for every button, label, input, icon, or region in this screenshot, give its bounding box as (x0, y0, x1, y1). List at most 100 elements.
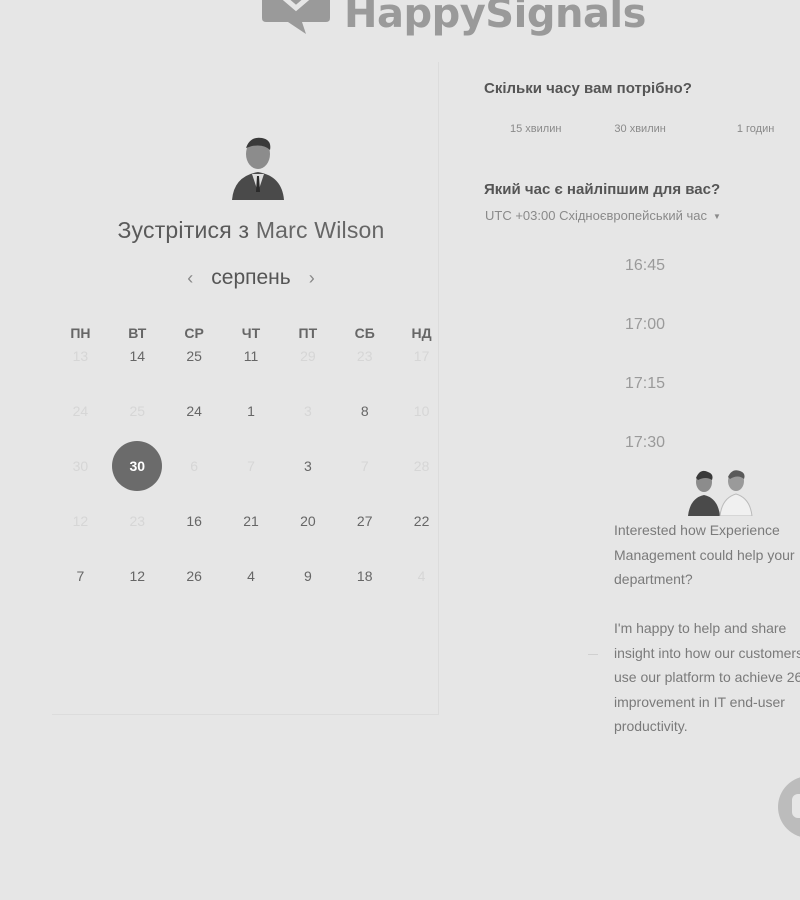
day-cell[interactable]: 1 (223, 398, 280, 424)
host-name: Marc Wilson (255, 217, 385, 243)
day-cell: 30 (52, 453, 109, 479)
day-number: 18 (356, 568, 373, 584)
day-cell: 23 (336, 343, 393, 369)
weekday-label: НД (411, 325, 432, 341)
day-number: 23 (356, 348, 373, 364)
chat-line: Interested how Experience (614, 522, 780, 538)
day-number: 3 (303, 403, 312, 419)
day-number: 30 (129, 458, 146, 474)
chat-divider (588, 654, 598, 655)
duration-question: Скільки часу вам потрібно? (484, 80, 692, 97)
day-cell: 24 (52, 398, 109, 424)
day-number: 4 (417, 568, 426, 584)
duration-option-30[interactable]: 30 хвилин (614, 123, 665, 135)
day-number: 21 (243, 513, 259, 529)
day-number: 14 (129, 348, 146, 364)
weekday-label: ВТ (128, 325, 147, 341)
chat-line: department? (614, 571, 693, 587)
day-cell: 7 (336, 453, 393, 479)
brand-name: HappySignals (344, 0, 646, 37)
duration-option-60[interactable]: 1 годин (737, 123, 774, 135)
day-cell[interactable]: 11 (223, 343, 280, 369)
host-avatar (232, 137, 284, 200)
day-cell[interactable]: 4 (223, 563, 280, 589)
day-number: 24 (72, 403, 89, 419)
weekday-header: ПН ВТ СР ЧТ ПТ СБ НД (52, 325, 450, 341)
day-cell: 3 (279, 398, 336, 424)
chat-launcher-button[interactable] (778, 776, 800, 838)
day-number: 29 (300, 348, 316, 364)
day-cell[interactable]: 21 (223, 508, 280, 534)
day-number: 7 (247, 458, 255, 474)
chat-message-2: I'm happy to help and share insight into… (614, 616, 800, 739)
caret-down-icon: ▼ (712, 212, 721, 222)
day-cell[interactable]: 20 (279, 508, 336, 534)
day-number: 27 (356, 513, 373, 529)
day-number: 17 (413, 348, 430, 364)
day-cell[interactable]: 27 (336, 508, 393, 534)
day-cell: 25 (109, 398, 166, 424)
calendar-card: Зустрітися з Marc Wilson ‹ серпень › ПН … (52, 62, 439, 715)
day-number: 6 (190, 458, 199, 474)
day-cell[interactable]: 16 (166, 508, 223, 534)
chat-line: I'm happy to help and share (614, 620, 787, 636)
day-cell: 23 (109, 508, 166, 534)
day-number: 1 (247, 403, 255, 419)
week-row: 24 25 24 1 3 8 10 (52, 398, 450, 424)
chevron-right-icon[interactable]: › (309, 268, 315, 289)
month-navigation: ‹ серпень › (52, 266, 450, 290)
month-label: серпень (211, 266, 291, 289)
weekday-label: СБ (354, 325, 375, 341)
day-number: 7 (76, 568, 85, 584)
day-cell-selected[interactable]: 30 (109, 441, 166, 491)
day-number: 11 (243, 348, 259, 364)
day-cell: 7 (223, 453, 280, 479)
day-cell: 29 (279, 343, 336, 369)
day-number: 26 (186, 568, 202, 584)
day-cell[interactable]: 7 (52, 563, 109, 589)
day-number: 9 (303, 568, 312, 584)
day-number: 30 (72, 458, 89, 474)
day-cell[interactable]: 22 (393, 508, 450, 534)
chat-agents-avatar (688, 470, 753, 516)
day-cell: 28 (393, 453, 450, 479)
weekday-label: ПТ (298, 325, 318, 341)
day-cell[interactable]: 14 (109, 343, 166, 369)
chat-line: productivity. (614, 718, 688, 734)
chevron-left-icon[interactable]: ‹ (187, 268, 193, 289)
timezone-selector[interactable]: UTC +03:00 Східноєвропейський час ▼ (485, 208, 721, 223)
day-number: 7 (360, 458, 369, 474)
day-cell: 12 (52, 508, 109, 534)
duration-option-15[interactable]: 15 хвилин (510, 123, 561, 135)
chat-line: improvement in IT end-user (614, 693, 785, 710)
day-number: 3 (303, 458, 312, 474)
chat-line: Management could help your (614, 546, 795, 563)
time-slot[interactable]: 17:30 (590, 434, 700, 452)
day-cell[interactable]: 26 (166, 563, 223, 589)
timezone-label: UTC +03:00 Східноєвропейський час (485, 208, 707, 223)
day-cell: 6 (166, 453, 223, 479)
duration-options: 15 хвилин 30 хвилин 1 годин (484, 123, 800, 135)
day-cell[interactable]: 3 (279, 453, 336, 479)
day-cell[interactable]: 24 (166, 398, 223, 424)
time-slot[interactable]: 17:15 (590, 375, 700, 393)
day-number: 4 (247, 568, 255, 584)
day-number: 8 (360, 403, 369, 419)
brand-logo[interactable]: HappySignals (262, 0, 646, 34)
day-cell: 13 (52, 343, 109, 369)
day-cell[interactable]: 8 (336, 398, 393, 424)
day-cell[interactable]: 18 (336, 563, 393, 589)
time-question: Який час є найліпшим для вас? (484, 181, 721, 198)
day-number: 16 (186, 513, 202, 529)
day-number: 28 (413, 458, 430, 474)
time-slot[interactable]: 16:45 (590, 257, 700, 275)
chat-line: use our platform to achieve 26 (614, 669, 800, 685)
meeting-title: Зустрітися з Marc Wilson (52, 217, 450, 244)
weekday-label: СР (184, 325, 204, 341)
day-cell[interactable]: 25 (166, 343, 223, 369)
time-slot[interactable]: 17:00 (590, 316, 700, 334)
day-number: 24 (186, 403, 202, 419)
day-number: 12 (129, 568, 146, 584)
day-cell[interactable]: 12 (109, 563, 166, 589)
day-cell[interactable]: 9 (279, 563, 336, 589)
